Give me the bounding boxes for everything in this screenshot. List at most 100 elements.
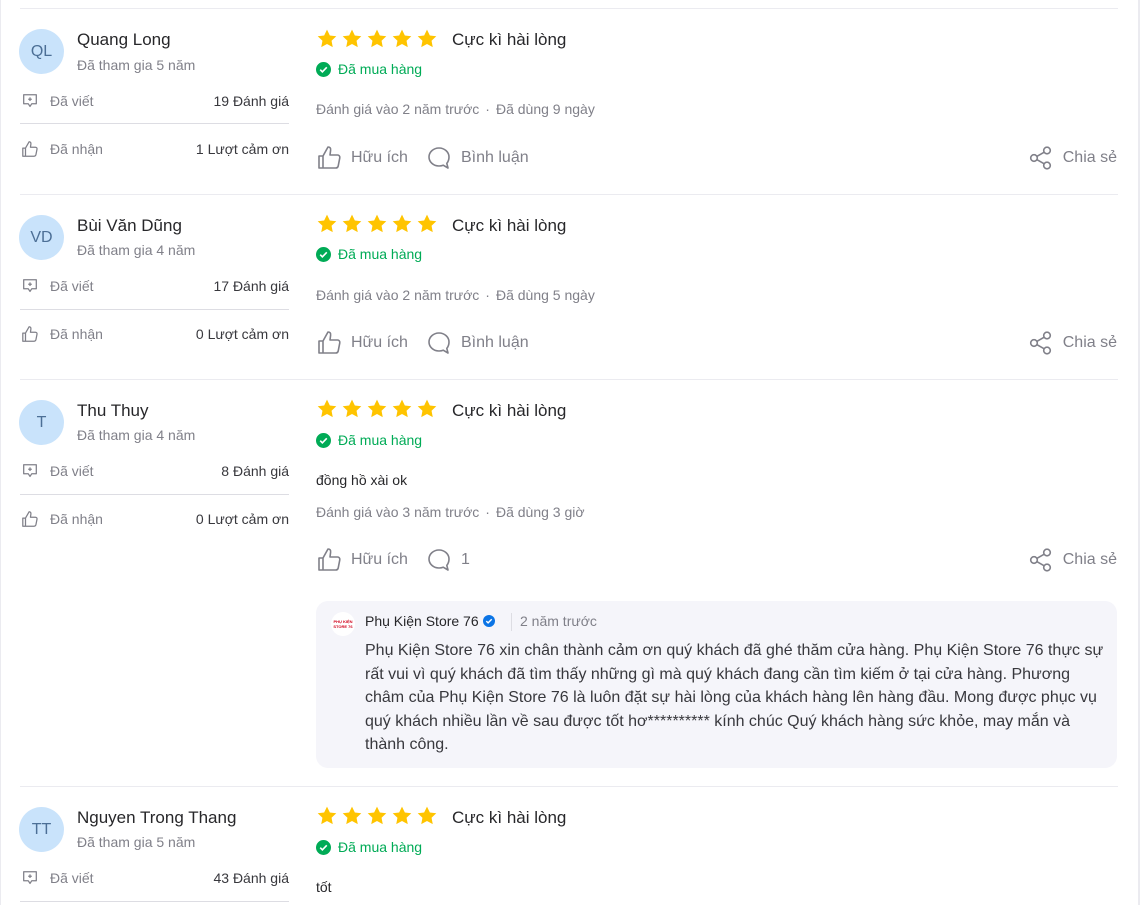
- stat-written-label: Đã viết: [50, 870, 94, 886]
- star-icon: [342, 214, 362, 233]
- stat-written: Đã viết 17 Đánh giá: [20, 274, 289, 298]
- comment-button[interactable]: Bình luận: [426, 329, 529, 357]
- review-date: Đánh giá vào 2 năm trước: [316, 101, 480, 117]
- comment-button[interactable]: 1: [426, 546, 470, 574]
- review-divider: [20, 8, 1118, 9]
- rating-text: Cực kì hài lòng: [452, 30, 567, 49]
- reviewer-joined: Đã tham gia 4 năm: [77, 427, 196, 443]
- share-label: Chia sẻ: [1062, 334, 1117, 351]
- stat-received-label: Đã nhận: [50, 511, 103, 527]
- stat-received-value: 0 Lượt cảm ơn: [195, 326, 289, 342]
- star-rating: [316, 28, 438, 50]
- star-icon: [367, 806, 387, 825]
- share-button[interactable]: Chia sẻ: [1028, 144, 1117, 172]
- star-icon: [367, 214, 387, 233]
- review-meta: Đánh giá vào 2 năm trước · Đã dùng 9 ngày: [316, 101, 595, 117]
- star-icon: [367, 399, 387, 418]
- reviewer-name[interactable]: Thu Thuy: [77, 401, 149, 421]
- avatar[interactable]: T: [19, 400, 64, 445]
- shop-name[interactable]: Phụ Kiện Store 76: [365, 613, 495, 629]
- review-divider: [20, 194, 1118, 195]
- comment-icon: [428, 147, 450, 169]
- comment-label: Bình luận: [461, 149, 529, 166]
- thumbs-up-icon: [20, 509, 40, 529]
- stat-received-label: Đã nhận: [50, 326, 103, 342]
- comment-button[interactable]: Bình luận: [426, 144, 529, 172]
- reviewer-joined: Đã tham gia 5 năm: [77, 834, 196, 850]
- thumbs-up-icon: [318, 146, 341, 169]
- review-actions: Hữu ích 1 Chia sẻ: [316, 546, 1117, 574]
- stat-written: Đã viết 19 Đánh giá: [20, 89, 289, 113]
- share-label: Chia sẻ: [1062, 149, 1117, 166]
- purchased-label: Đã mua hàng: [338, 61, 423, 77]
- avatar[interactable]: QL: [19, 29, 64, 74]
- write-review-icon: [20, 868, 40, 888]
- write-review-icon: [20, 91, 40, 111]
- stat-received-label: Đã nhận: [50, 141, 103, 157]
- share-icon: [1029, 548, 1051, 572]
- reviewer-joined: Đã tham gia 5 năm: [77, 57, 196, 73]
- helpful-label: Hữu ích: [351, 149, 408, 166]
- seller-reply: PHỤ KIỆN STORE 76 Phụ Kiện Store 76 2 nă…: [316, 601, 1117, 768]
- reviewer-joined: Đã tham gia 4 năm: [77, 242, 196, 258]
- share-button[interactable]: Chia sẻ: [1028, 546, 1117, 574]
- star-icon: [417, 214, 437, 233]
- meta-dot: ·: [485, 504, 490, 520]
- stat-written-value: 17 Đánh giá: [213, 278, 289, 294]
- stat-received: Đã nhận 0 Lượt cảm ơn: [20, 322, 289, 346]
- purchased-badge: Đã mua hàng: [316, 246, 422, 262]
- stat-written-label: Đã viết: [50, 93, 94, 109]
- helpful-label: Hữu ích: [351, 334, 408, 351]
- check-circle-icon: [316, 839, 331, 855]
- star-rating: [316, 213, 438, 235]
- stat-written-value: 43 Đánh giá: [213, 870, 289, 886]
- star-rating: [316, 398, 438, 420]
- stat-written-value: 8 Đánh giá: [221, 463, 289, 479]
- stat-divider: [20, 494, 289, 495]
- share-button[interactable]: Chia sẻ: [1028, 329, 1117, 357]
- comment-count: 1: [461, 551, 470, 568]
- star-icon: [417, 806, 437, 825]
- thumbs-up-icon: [318, 548, 341, 571]
- purchased-badge: Đã mua hàng: [316, 61, 422, 77]
- helpful-label: Hữu ích: [351, 551, 408, 568]
- check-circle-icon: [316, 61, 331, 77]
- review-meta: Đánh giá vào 2 năm trước · Đã dùng 5 ngày: [316, 287, 595, 303]
- helpful-button[interactable]: Hữu ích: [316, 329, 408, 357]
- write-review-icon: [20, 461, 40, 481]
- shop-name-text: Phụ Kiện Store 76: [365, 613, 479, 629]
- comment-icon: [428, 549, 450, 571]
- star-icon: [367, 29, 387, 48]
- rating-text: Cực kì hài lòng: [452, 216, 567, 235]
- purchased-label: Đã mua hàng: [338, 246, 423, 262]
- reviewer-name[interactable]: Quang Long: [77, 30, 171, 50]
- star-icon: [342, 29, 362, 48]
- stat-received-value: 1 Lượt cảm ơn: [195, 141, 289, 157]
- share-icon: [1029, 146, 1051, 170]
- review-date: Đánh giá vào 2 năm trước: [316, 287, 480, 303]
- meta-dot: ·: [485, 287, 490, 303]
- shop-logo[interactable]: PHỤ KIỆN STORE 76: [331, 612, 355, 636]
- reviewer-name[interactable]: Nguyen Trong Thang: [77, 808, 236, 828]
- star-icon: [342, 399, 362, 418]
- avatar[interactable]: VD: [19, 215, 64, 260]
- reply-divider: [511, 613, 512, 631]
- panel-left-border: [0, 0, 1, 905]
- stat-written-value: 19 Đánh giá: [213, 93, 289, 109]
- usage-duration: Đã dùng 3 giờ: [495, 504, 585, 520]
- avatar[interactable]: TT: [19, 807, 64, 852]
- star-rating: [316, 805, 438, 827]
- purchased-badge: Đã mua hàng: [316, 432, 422, 448]
- check-circle-icon: [316, 432, 331, 448]
- reviewer-name[interactable]: Bùi Văn Dũng: [77, 216, 182, 236]
- helpful-button[interactable]: Hữu ích: [316, 546, 408, 574]
- stat-received-value: 0 Lượt cảm ơn: [195, 511, 289, 527]
- thumbs-up-icon: [20, 139, 40, 159]
- review-content: đồng hồ xài ok: [316, 472, 408, 488]
- stat-received: Đã nhận 1 Lượt cảm ơn: [20, 137, 289, 161]
- helpful-button[interactable]: Hữu ích: [316, 144, 408, 172]
- comment-icon: [428, 332, 450, 354]
- review-content: tốt: [316, 879, 332, 895]
- stat-divider: [20, 901, 289, 902]
- star-icon: [317, 806, 337, 825]
